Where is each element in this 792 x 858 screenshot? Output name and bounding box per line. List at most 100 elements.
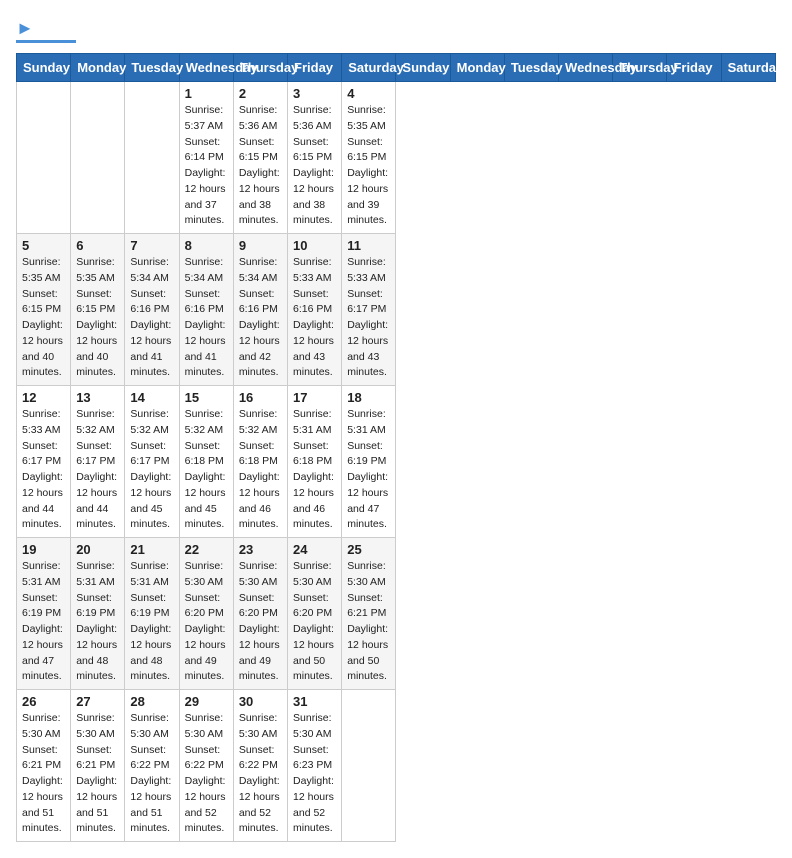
header-wednesday: Wednesday (179, 54, 233, 82)
day-info: Sunrise: 5:32 AMSunset: 6:17 PMDaylight:… (76, 407, 119, 533)
day-number: 24 (293, 542, 336, 557)
day-info: Sunrise: 5:31 AMSunset: 6:18 PMDaylight:… (293, 407, 336, 533)
calendar-cell: 1 Sunrise: 5:37 AMSunset: 6:14 PMDaylight… (179, 82, 233, 234)
day-info: Sunrise: 5:31 AMSunset: 6:19 PMDaylight:… (130, 559, 173, 685)
calendar-cell: 17 Sunrise: 5:31 AMSunset: 6:18 PMDayligh… (288, 386, 342, 538)
calendar-cell: 25Sunrise: 5:30 AMSunset: 6:21 PMDayligh… (342, 538, 396, 690)
header-sunday: Sunday (17, 54, 71, 82)
day-number: 21 (130, 542, 173, 557)
day-info: Sunrise: 5:37 AMSunset: 6:14 PMDaylight:… (185, 103, 228, 229)
day-info: Sunrise: 5:30 AMSunset: 6:21 PMDaylight:… (76, 711, 119, 837)
day-info: Sunrise: 5:30 AMSunset: 6:21 PMDaylight:… (347, 559, 390, 685)
day-info: Sunrise: 5:35 AMSunset: 6:15 PMDaylight:… (22, 255, 65, 381)
calendar-cell: 2 Sunrise: 5:36 AMSunset: 6:15 PMDaylight… (233, 82, 287, 234)
day-number: 6 (76, 238, 119, 253)
day-number: 18 (347, 390, 390, 405)
header-day-monday: Monday (450, 54, 504, 82)
day-info: Sunrise: 5:34 AMSunset: 6:16 PMDaylight:… (239, 255, 282, 381)
calendar-cell: 30 Sunrise: 5:30 AMSunset: 6:22 PMDayligh… (233, 690, 287, 842)
day-info: Sunrise: 5:35 AMSunset: 6:15 PMDaylight:… (76, 255, 119, 381)
day-info: Sunrise: 5:31 AMSunset: 6:19 PMDaylight:… (22, 559, 65, 685)
calendar-week-row: 12Sunrise: 5:33 AMSunset: 6:17 PMDayligh… (17, 386, 776, 538)
day-info: Sunrise: 5:30 AMSunset: 6:22 PMDaylight:… (239, 711, 282, 837)
day-number: 29 (185, 694, 228, 709)
header-day-thursday: Thursday (613, 54, 667, 82)
header-day-sunday: Sunday (396, 54, 450, 82)
day-info: Sunrise: 5:30 AMSunset: 6:20 PMDaylight:… (293, 559, 336, 685)
header-day-saturday: Saturday (721, 54, 775, 82)
day-number: 26 (22, 694, 65, 709)
day-number: 7 (130, 238, 173, 253)
day-info: Sunrise: 5:33 AMSunset: 6:17 PMDaylight:… (22, 407, 65, 533)
day-number: 27 (76, 694, 119, 709)
day-number: 3 (293, 86, 336, 101)
calendar-cell (125, 82, 179, 234)
calendar-cell: 27 Sunrise: 5:30 AMSunset: 6:21 PMDayligh… (71, 690, 125, 842)
calendar-cell: 13 Sunrise: 5:32 AMSunset: 6:17 PMDayligh… (71, 386, 125, 538)
logo-underline (16, 40, 76, 43)
header-day-wednesday: Wednesday (559, 54, 613, 82)
header-day-friday: Friday (667, 54, 721, 82)
calendar-header-row: SundayMondayTuesdayWednesdayThursdayFrid… (17, 54, 776, 82)
day-info: Sunrise: 5:30 AMSunset: 6:21 PMDaylight:… (22, 711, 65, 837)
day-info: Sunrise: 5:35 AMSunset: 6:15 PMDaylight:… (347, 103, 390, 229)
calendar-cell: 29 Sunrise: 5:30 AMSunset: 6:22 PMDayligh… (179, 690, 233, 842)
logo: ► (16, 16, 76, 43)
day-info: Sunrise: 5:30 AMSunset: 6:22 PMDaylight:… (185, 711, 228, 837)
calendar-cell: 7Sunrise: 5:34 AMSunset: 6:16 PMDaylight… (125, 234, 179, 386)
day-number: 14 (130, 390, 173, 405)
day-number: 28 (130, 694, 173, 709)
day-info: Sunrise: 5:36 AMSunset: 6:15 PMDaylight:… (239, 103, 282, 229)
calendar-week-row: 5 Sunrise: 5:35 AMSunset: 6:15 PMDaylight… (17, 234, 776, 386)
header-saturday: Saturday (342, 54, 396, 82)
day-number: 22 (185, 542, 228, 557)
calendar-table: SundayMondayTuesdayWednesdayThursdayFrid… (16, 53, 776, 842)
day-number: 16 (239, 390, 282, 405)
calendar-cell: 8Sunrise: 5:34 AMSunset: 6:16 PMDaylight… (179, 234, 233, 386)
day-number: 5 (22, 238, 65, 253)
calendar-cell: 23Sunrise: 5:30 AMSunset: 6:20 PMDayligh… (233, 538, 287, 690)
calendar-cell: 24 Sunrise: 5:30 AMSunset: 6:20 PMDayligh… (288, 538, 342, 690)
calendar-week-row: 19 Sunrise: 5:31 AMSunset: 6:19 PMDayligh… (17, 538, 776, 690)
day-info: Sunrise: 5:32 AMSunset: 6:18 PMDaylight:… (239, 407, 282, 533)
day-number: 20 (76, 542, 119, 557)
day-info: Sunrise: 5:30 AMSunset: 6:20 PMDaylight:… (185, 559, 228, 685)
day-number: 30 (239, 694, 282, 709)
calendar-cell: 9 Sunrise: 5:34 AMSunset: 6:16 PMDaylight… (233, 234, 287, 386)
day-number: 31 (293, 694, 336, 709)
calendar-cell: 6 Sunrise: 5:35 AMSunset: 6:15 PMDaylight… (71, 234, 125, 386)
day-number: 11 (347, 238, 390, 253)
day-number: 15 (185, 390, 228, 405)
header-day-tuesday: Tuesday (504, 54, 558, 82)
day-number: 19 (22, 542, 65, 557)
day-info: Sunrise: 5:32 AMSunset: 6:17 PMDaylight:… (130, 407, 173, 533)
calendar-cell: 10Sunrise: 5:33 AMSunset: 6:16 PMDayligh… (288, 234, 342, 386)
calendar-week-row: 1 Sunrise: 5:37 AMSunset: 6:14 PMDaylight… (17, 82, 776, 234)
header-tuesday: Tuesday (125, 54, 179, 82)
calendar-cell: 26 Sunrise: 5:30 AMSunset: 6:21 PMDayligh… (17, 690, 71, 842)
day-number: 4 (347, 86, 390, 101)
calendar-cell: 11 Sunrise: 5:33 AMSunset: 6:17 PMDayligh… (342, 234, 396, 386)
day-info: Sunrise: 5:36 AMSunset: 6:15 PMDaylight:… (293, 103, 336, 229)
day-number: 2 (239, 86, 282, 101)
calendar-week-row: 26 Sunrise: 5:30 AMSunset: 6:21 PMDayligh… (17, 690, 776, 842)
day-info: Sunrise: 5:30 AMSunset: 6:23 PMDaylight:… (293, 711, 336, 837)
day-info: Sunrise: 5:30 AMSunset: 6:22 PMDaylight:… (130, 711, 173, 837)
header-friday: Friday (288, 54, 342, 82)
calendar-cell: 3 Sunrise: 5:36 AMSunset: 6:15 PMDaylight… (288, 82, 342, 234)
calendar-cell: 5 Sunrise: 5:35 AMSunset: 6:15 PMDaylight… (17, 234, 71, 386)
day-number: 1 (185, 86, 228, 101)
day-info: Sunrise: 5:33 AMSunset: 6:16 PMDaylight:… (293, 255, 336, 381)
calendar-cell: 28 Sunrise: 5:30 AMSunset: 6:22 PMDayligh… (125, 690, 179, 842)
calendar-cell: 15Sunrise: 5:32 AMSunset: 6:18 PMDayligh… (179, 386, 233, 538)
day-info: Sunrise: 5:33 AMSunset: 6:17 PMDaylight:… (347, 255, 390, 381)
calendar-cell: 12Sunrise: 5:33 AMSunset: 6:17 PMDayligh… (17, 386, 71, 538)
day-number: 17 (293, 390, 336, 405)
calendar-cell (71, 82, 125, 234)
header-thursday: Thursday (233, 54, 287, 82)
calendar-cell: 14 Sunrise: 5:32 AMSunset: 6:17 PMDayligh… (125, 386, 179, 538)
day-number: 9 (239, 238, 282, 253)
day-info: Sunrise: 5:31 AMSunset: 6:19 PMDaylight:… (76, 559, 119, 685)
day-info: Sunrise: 5:31 AMSunset: 6:19 PMDaylight:… (347, 407, 390, 533)
day-number: 13 (76, 390, 119, 405)
